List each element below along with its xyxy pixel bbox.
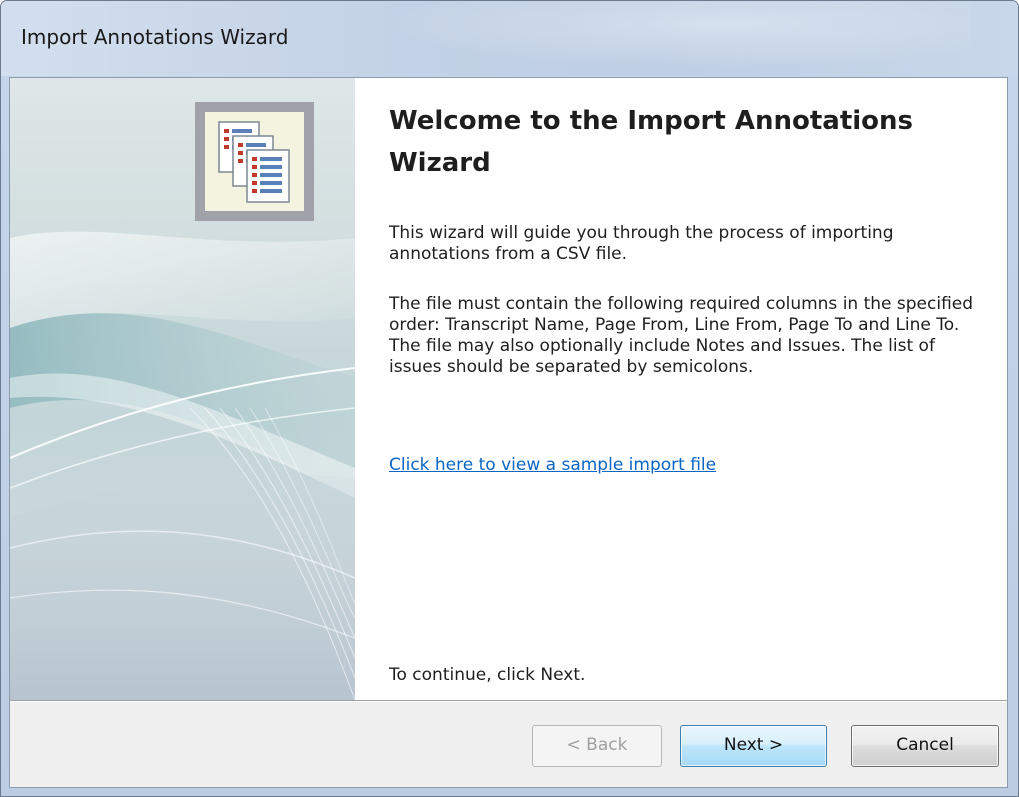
- wizard-body: Welcome to the Import Annotations Wizard…: [9, 77, 1008, 788]
- page-title: Welcome to the Import Annotations Wizard: [389, 106, 914, 178]
- title-bar[interactable]: Import Annotations Wizard: [1, 1, 1018, 76]
- window-title: Import Annotations Wizard: [21, 25, 289, 49]
- requirements-text: The file must contain the following requ…: [389, 294, 974, 377]
- continue-hint: To continue, click Next.: [389, 665, 586, 685]
- next-button[interactable]: Next >: [680, 725, 827, 767]
- title-bar-glow: [331, 1, 971, 76]
- wizard-logo-frame: [195, 102, 314, 221]
- button-separator: [10, 700, 1007, 702]
- wizard-content: Welcome to the Import Annotations Wizard…: [355, 78, 1007, 700]
- intro-text: This wizard will guide you through the p…: [389, 223, 894, 264]
- wizard-banner: [10, 78, 355, 700]
- sample-file-link[interactable]: Click here to view a sample import file: [389, 455, 716, 476]
- wizard-window: Import Annotations Wizard Welcome to the…: [0, 0, 1019, 797]
- back-button[interactable]: < Back: [532, 725, 662, 767]
- documents-stack-icon: [205, 112, 304, 211]
- cancel-button[interactable]: Cancel: [851, 725, 999, 767]
